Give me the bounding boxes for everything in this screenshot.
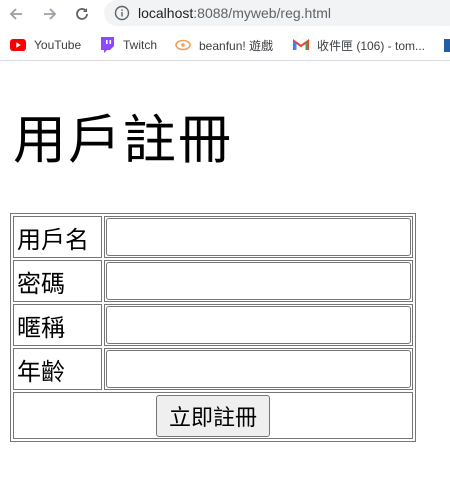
address-bar[interactable]: localhost:8088/myweb/reg.html: [104, 0, 450, 26]
username-label: 用戶名: [13, 216, 102, 258]
nickname-input[interactable]: [106, 306, 411, 344]
bookmark-gmail[interactable]: 收件匣 (106) - tom...: [293, 36, 425, 54]
submit-cell: 立即註冊: [13, 392, 413, 439]
password-input[interactable]: [106, 262, 411, 300]
registration-form: 用戶名 密碼 暱稱 年齡 立即註冊: [10, 213, 416, 442]
register-button[interactable]: 立即註冊: [155, 394, 270, 437]
page-title: 用戶註冊: [13, 110, 233, 171]
username-cell: [104, 216, 413, 258]
password-label: 密碼: [13, 260, 102, 302]
bookmark-twitch[interactable]: Twitch: [99, 36, 157, 54]
bookmark-youtube[interactable]: YouTube: [10, 36, 81, 54]
bookmarks-bar: YouTube Twitch beanfun! 遊戲 收件匣 (106) - t…: [0, 30, 450, 61]
bookmark-label: Twitch: [123, 38, 158, 52]
password-cell: [104, 260, 413, 302]
username-row: 用戶名: [13, 216, 413, 258]
address-url: localhost:8088/myweb/reg.html: [138, 4, 331, 22]
beanfun-icon: [175, 37, 191, 53]
bookmark-label: YouTube: [34, 38, 82, 52]
age-label: 年齡: [13, 348, 102, 390]
nickname-label: 暱稱: [13, 304, 102, 346]
youtube-icon: [10, 37, 26, 53]
twitch-icon: [99, 37, 115, 53]
bookmark-beanfun[interactable]: beanfun! 遊戲: [175, 36, 273, 54]
forward-button[interactable]: [39, 3, 61, 25]
age-row: 年齡: [13, 348, 413, 390]
username-input[interactable]: [106, 218, 411, 256]
back-button[interactable]: [5, 3, 27, 25]
bookmark-label: beanfun! 遊戲: [199, 38, 274, 53]
site-info-icon[interactable]: [114, 5, 130, 21]
password-row: 密碼: [13, 260, 413, 302]
reload-button[interactable]: [71, 3, 93, 25]
age-cell: [104, 348, 413, 390]
reload-icon: [76, 8, 88, 20]
bookmark-label: 收件匣 (106) - tom...: [317, 38, 426, 53]
submit-row: 立即註冊: [13, 392, 413, 439]
url-host: localhost: [138, 5, 194, 21]
url-path: :8088/myweb/reg.html: [193, 5, 331, 21]
forward-arrow-icon: [44, 8, 57, 20]
age-input[interactable]: [106, 350, 411, 388]
browser-toolbar: localhost:8088/myweb/reg.html: [0, 0, 450, 28]
nickname-row: 暱稱: [13, 304, 413, 346]
gmail-icon: [293, 37, 309, 53]
nickname-cell: [104, 304, 413, 346]
bookmark-overflow-icon[interactable]: [444, 39, 450, 52]
back-arrow-icon: [9, 8, 22, 20]
